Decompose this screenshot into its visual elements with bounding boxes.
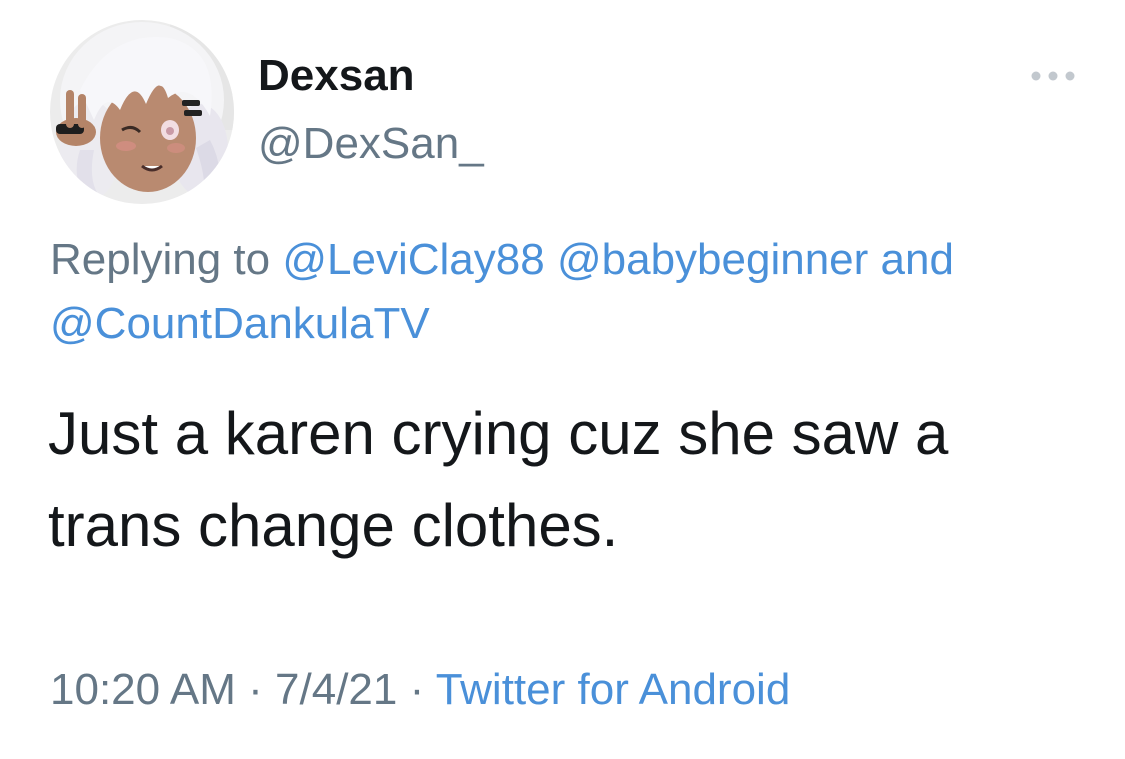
display-name[interactable]: Dexsan [258,50,415,102]
mention-link[interactable]: @LeviClay88 [282,235,544,284]
user-handle[interactable]: @DexSan_ [258,118,484,170]
tweet-card: Dexsan @DexSan_ Replying to @LeviClay88 … [0,0,1125,759]
tweet-meta: 10:20 AM · 7/4/21 · Twitter for Android [50,660,790,720]
more-options-button[interactable] [1028,64,1078,88]
mention-joiner: and [880,235,954,284]
tweet-date[interactable]: 7/4/21 [275,665,397,714]
tweet-text: Just a karen crying cuz she saw a trans … [48,400,949,559]
mention-link[interactable]: @babybeginner [557,235,868,284]
avatar-image [50,20,234,204]
replying-to-label: Replying to [50,235,271,284]
avatar[interactable] [50,20,234,204]
mention-link[interactable]: @CountDankulaTV [50,299,430,348]
more-horizontal-icon [1031,71,1075,81]
tweet-source-link[interactable]: Twitter for Android [436,665,791,714]
meta-separator: · [409,665,425,714]
meta-separator: · [248,665,263,714]
tweet-time[interactable]: 10:20 AM [50,665,236,714]
replying-to: Replying to @LeviClay88 @babybeginner an… [50,228,1090,356]
